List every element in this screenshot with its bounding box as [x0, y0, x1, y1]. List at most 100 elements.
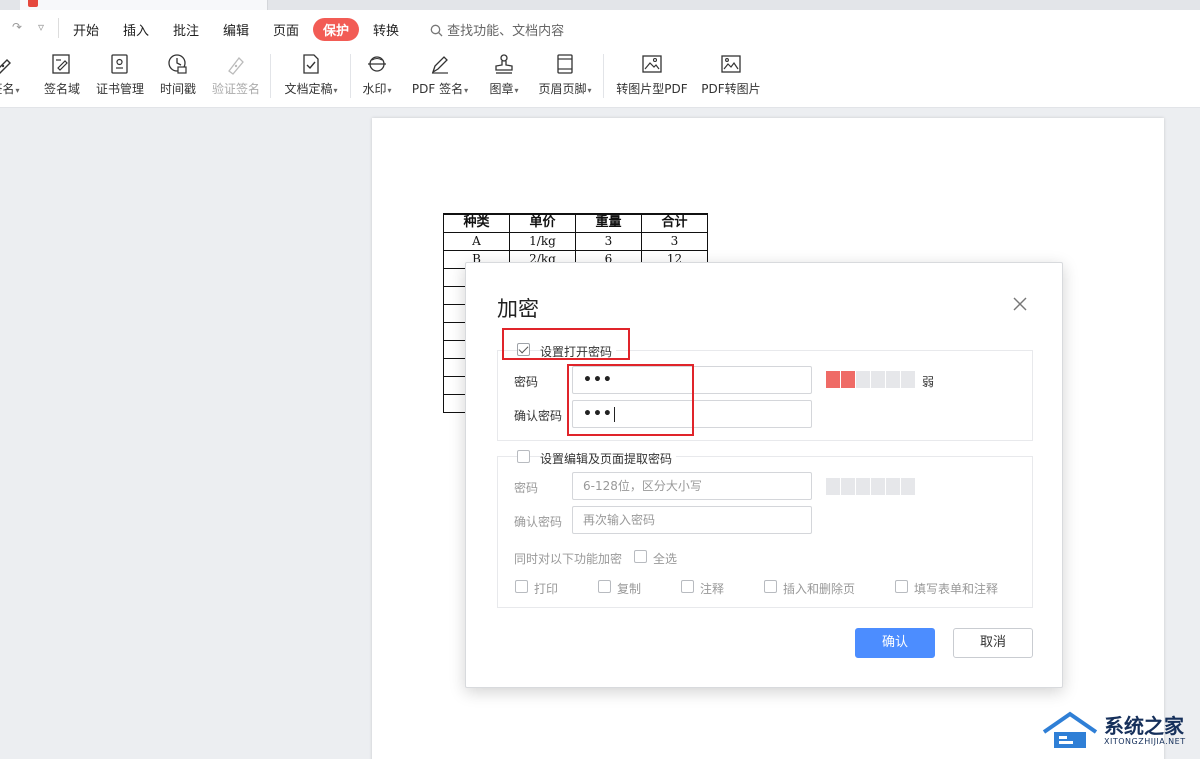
print-label: 打印: [534, 582, 559, 596]
caret-down-icon: ▾: [15, 86, 20, 95]
edit-confirm-password-input[interactable]: 再次输入密码: [572, 506, 812, 534]
pdf-sign-button[interactable]: PDF 签名▾: [408, 48, 472, 106]
ribbon-separator: [270, 54, 271, 98]
edit-password-checkbox-label: 设置编辑及页面提取密码: [540, 450, 677, 467]
table-header-cell: 种类: [443, 213, 510, 233]
finalize-document-label: 文档定稿: [284, 82, 333, 96]
annotate-label: 注释: [700, 582, 725, 596]
menu-separator: [58, 18, 59, 38]
pdf-sign-icon: [431, 56, 448, 74]
fill-forms-label: 填写表单和注释: [914, 582, 999, 596]
menu-insert[interactable]: 插入: [123, 20, 149, 39]
caret-down-icon: ▾: [387, 86, 392, 95]
select-all-checkbox[interactable]: [634, 550, 647, 563]
password-strength-label: 弱: [922, 375, 935, 389]
edit-password-input[interactable]: 6-128位，区分大小写: [572, 472, 812, 500]
menu-bar: ↷ ▿ 开始 插入 批注 编辑 页面 保护 转换 查找功能、文档内容: [0, 10, 1200, 48]
caret-down-icon: ▾: [333, 86, 338, 95]
signature-label: 签名: [0, 82, 15, 96]
edit-confirm-password-label: 确认密码: [514, 515, 563, 529]
table-cell: 1/kg: [509, 231, 576, 251]
search-box[interactable]: 查找功能、文档内容: [430, 20, 564, 39]
table-cell: 3: [575, 231, 642, 251]
search-icon: [430, 24, 443, 37]
header-footer-button[interactable]: 页眉页脚▾: [534, 48, 596, 106]
password-input[interactable]: •••: [572, 366, 812, 394]
verify-signature-label: 验证签名: [211, 82, 260, 96]
password-strength-meter: [826, 371, 915, 388]
image-pdf-button[interactable]: 转图片型PDF: [614, 48, 690, 106]
pdf-to-image-icon: [721, 55, 741, 73]
menu-protect[interactable]: 保护: [313, 18, 360, 41]
pdf-to-image-label: PDF转图片: [701, 82, 761, 96]
menu-edit[interactable]: 编辑: [223, 20, 249, 39]
document-tab[interactable]: [20, 0, 268, 10]
edit-password-checkbox[interactable]: [517, 450, 530, 463]
encrypt-dialog: 加密 设置打开密码 密码 ••• 弱 确认密码 ••• 设置编辑及页面提取密码 …: [465, 262, 1063, 688]
confirm-password-label: 确认密码: [514, 409, 563, 423]
insert-delete-pages-checkbox[interactable]: [764, 580, 777, 593]
ribbon-separator: [603, 54, 604, 98]
cancel-button[interactable]: 取消: [953, 628, 1033, 658]
table-cell: A: [443, 231, 510, 251]
pdf-file-icon: [28, 0, 38, 7]
table-header-row: 种类 单价 重量 合计: [443, 213, 708, 233]
ribbon-toolbar: 签名▾ 签名域 证书管理 时间戳 验证签名 文档定稿▾ 水印▾ PDF 签名▾ …: [0, 48, 1200, 108]
fill-forms-checkbox[interactable]: [895, 580, 908, 593]
table-cell: 3: [641, 231, 708, 251]
watermark-button[interactable]: 水印▾: [358, 48, 396, 106]
copy-label: 复制: [617, 582, 642, 596]
signature-field-button[interactable]: 签名域: [42, 48, 82, 106]
watermark-icon: [368, 56, 386, 72]
select-all-label: 全选: [653, 552, 678, 566]
image-pdf-icon: [642, 55, 662, 73]
redo-icon[interactable]: ↷: [12, 20, 22, 34]
site-watermark: 系统之家 XITONGZHIJIA.NET: [1040, 708, 1190, 753]
insert-delete-pages-label: 插入和删除页: [783, 582, 856, 596]
caret-down-icon: ▾: [587, 86, 592, 95]
verify-signature-button[interactable]: 验证签名: [210, 48, 262, 106]
edit-password-strength-meter: [826, 478, 915, 495]
pdf-sign-label: PDF 签名: [411, 82, 464, 96]
certificate-label: 证书管理: [95, 82, 144, 96]
stamp-button[interactable]: 图章▾: [484, 48, 524, 106]
finalize-document-icon: [303, 54, 319, 74]
close-icon[interactable]: [1009, 293, 1031, 315]
timestamp-button[interactable]: 时间戳: [158, 48, 198, 106]
pdf-to-image-button[interactable]: PDF转图片: [700, 48, 762, 106]
annotate-checkbox[interactable]: [681, 580, 694, 593]
signature-field-icon: [52, 54, 70, 74]
house-logo-icon: [1042, 711, 1098, 748]
certificate-button[interactable]: 证书管理: [94, 48, 146, 106]
watermark-subtitle: XITONGZHIJIA.NET: [1104, 737, 1186, 746]
signature-icon: [0, 59, 11, 74]
header-footer-icon: [557, 54, 573, 74]
timestamp-label: 时间戳: [159, 82, 196, 96]
signature-field-label: 签名域: [43, 82, 80, 96]
table-header-cell: 重量: [575, 213, 642, 233]
menu-comment[interactable]: 批注: [173, 20, 199, 39]
menu-convert[interactable]: 转换: [373, 20, 399, 39]
text-cursor: [613, 406, 615, 422]
finalize-document-button[interactable]: 文档定稿▾: [280, 48, 342, 106]
verify-signature-icon: [228, 57, 244, 75]
edit-password-label: 密码: [514, 481, 539, 495]
timestamp-icon: [168, 54, 187, 74]
menu-start[interactable]: 开始: [73, 20, 99, 39]
confirm-button[interactable]: 确认: [855, 628, 935, 658]
menu-page[interactable]: 页面: [273, 20, 299, 39]
caret-down-icon: ▾: [464, 86, 469, 95]
stamp-icon: [495, 54, 513, 74]
copy-checkbox[interactable]: [598, 580, 611, 593]
dialog-title: 加密: [497, 297, 539, 321]
stamp-label: 图章: [489, 82, 514, 96]
table-header-cell: 合计: [641, 213, 708, 233]
open-password-checkbox-label: 设置打开密码: [540, 343, 617, 360]
confirm-password-input[interactable]: •••: [572, 400, 812, 428]
quick-access-dropdown-icon[interactable]: ▿: [38, 20, 44, 34]
confirm-password-value: •••: [583, 406, 613, 422]
password-label: 密码: [514, 375, 539, 389]
signature-button[interactable]: 签名▾: [0, 48, 22, 106]
open-password-checkbox[interactable]: [517, 343, 530, 356]
print-checkbox[interactable]: [515, 580, 528, 593]
